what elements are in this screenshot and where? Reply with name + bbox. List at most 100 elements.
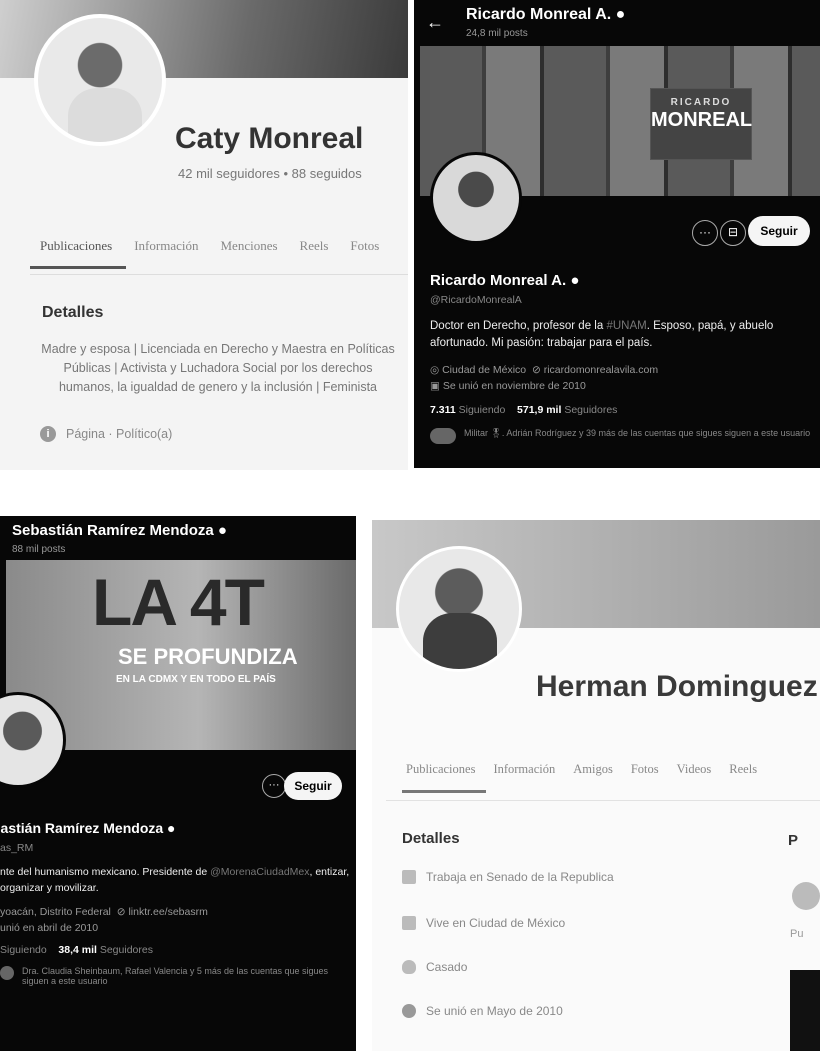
followed-by-text: Militar 🎖. Adrián Rodríguez y 39 más de … bbox=[464, 428, 811, 438]
herman-profile-panel: Herman Dominguez Publicaciones Informaci… bbox=[372, 520, 820, 1051]
website-link[interactable]: linktr.ee/sebasrm bbox=[128, 906, 207, 918]
more-options-icon[interactable]: ··· bbox=[692, 220, 718, 246]
details-heading: Detalles bbox=[402, 830, 460, 847]
header-name: Ricardo Monreal A. ● bbox=[466, 6, 626, 23]
joined-text: Se unió en Mayo de 2010 bbox=[426, 1004, 563, 1018]
tab-informacion[interactable]: Información bbox=[493, 762, 555, 777]
profile-tabs: Publicaciones Información Menciones Reel… bbox=[40, 238, 379, 254]
profile-name: bastián Ramírez Mendoza ● bbox=[0, 820, 176, 836]
profile-name: Ricardo Monreal A. ● bbox=[430, 272, 580, 289]
tab-fotos[interactable]: Fotos bbox=[631, 762, 659, 777]
back-arrow-icon[interactable]: ← bbox=[426, 12, 444, 33]
more-options-icon[interactable]: ··· bbox=[262, 774, 286, 798]
location-icon: ◎ bbox=[430, 364, 440, 376]
banner-subheadline: SE PROFUNDIZA bbox=[118, 644, 298, 669]
caty-profile-panel: Caty Monreal 42 mil seguidores • 88 segu… bbox=[0, 0, 408, 470]
tab-fotos[interactable]: Fotos bbox=[350, 238, 379, 254]
followed-by-text: Dra. Claudia Sheinbaum, Rafael Valencia … bbox=[22, 966, 329, 986]
header-posts-count: 88 mil posts bbox=[12, 544, 66, 555]
joined-date: Se unió en noviembre de 2010 bbox=[442, 380, 586, 392]
briefcase-icon bbox=[402, 870, 416, 884]
location-text: Ciudad de México bbox=[442, 364, 527, 376]
joined-date: unió en abril de 2010 bbox=[0, 922, 99, 934]
divider bbox=[386, 800, 820, 801]
active-tab-indicator bbox=[30, 266, 126, 269]
link-icon: ⊘ bbox=[531, 364, 541, 376]
work-row: Trabaja en Senado de la Republica bbox=[402, 870, 614, 884]
tab-publicaciones[interactable]: Publicaciones bbox=[406, 762, 475, 777]
followers-link[interactable]: 38,4 mil Seguidores bbox=[58, 944, 153, 956]
heart-icon bbox=[402, 960, 416, 974]
sebastian-profile-panel: Sebastián Ramírez Mendoza ● 88 mil posts… bbox=[0, 516, 356, 1051]
follow-button[interactable]: Seguir bbox=[284, 772, 342, 800]
banner-logo: RICARDO MONREAL bbox=[650, 88, 752, 160]
profile-meta: yoacán, Distrito Federal ⊘ linktr.ee/seb… bbox=[0, 904, 208, 936]
verified-icon: ● bbox=[167, 820, 176, 836]
calendar-icon: ▣ bbox=[430, 380, 440, 392]
location-text: yoacán, Distrito Federal bbox=[0, 906, 111, 918]
joined-row: Se unió en Mayo de 2010 bbox=[402, 1004, 563, 1018]
banner-logo-line2: MONREAL bbox=[651, 109, 753, 131]
active-tab-indicator bbox=[402, 790, 486, 793]
mutual-avatars bbox=[0, 966, 14, 980]
verified-icon: ● bbox=[217, 522, 227, 539]
tab-videos[interactable]: Videos bbox=[677, 762, 712, 777]
tab-amigos[interactable]: Amigos bbox=[573, 762, 613, 777]
home-icon bbox=[402, 916, 416, 930]
ricardo-profile-panel: ← Ricardo Monreal A. ● 24,8 mil posts RI… bbox=[414, 0, 820, 468]
followed-by-row[interactable]: Militar 🎖. Adrián Rodríguez y 39 más de … bbox=[430, 428, 814, 444]
website-link[interactable]: ricardomonrealavila.com bbox=[544, 364, 658, 376]
following-link[interactable]: Siguiendo bbox=[0, 944, 47, 956]
mention-link[interactable]: @MorenaCiudadMex bbox=[210, 866, 309, 878]
verified-icon: ● bbox=[615, 6, 626, 23]
follower-stats[interactable]: 42 mil seguidores • 88 seguidos bbox=[178, 166, 362, 181]
clock-icon bbox=[402, 1004, 416, 1018]
profile-handle: @RicardoMonrealA bbox=[430, 294, 522, 306]
header-posts-count: 24,8 mil posts bbox=[466, 28, 528, 39]
profile-name: Caty Monreal bbox=[175, 122, 364, 155]
side-thumbnail[interactable] bbox=[792, 882, 820, 910]
info-icon: i bbox=[40, 426, 56, 442]
profile-avatar[interactable] bbox=[34, 14, 166, 146]
lives-text: Vive en Ciudad de México bbox=[426, 916, 566, 930]
divider bbox=[30, 274, 408, 275]
verified-icon: ● bbox=[570, 272, 580, 289]
following-link[interactable]: 7.311 Siguiendo bbox=[430, 404, 505, 416]
page-category-row: i Página · Político(a) bbox=[40, 426, 172, 442]
tab-publicaciones[interactable]: Publicaciones bbox=[40, 238, 112, 254]
header-name: Sebastián Ramírez Mendoza ● bbox=[12, 522, 227, 539]
profile-avatar[interactable] bbox=[430, 152, 522, 244]
tab-reels[interactable]: Reels bbox=[300, 238, 329, 254]
banner-caption: EN LA CDMX Y EN TODO EL PAÍS bbox=[116, 674, 276, 685]
lives-row: Vive en Ciudad de México bbox=[402, 916, 565, 930]
banner-headline: LA 4T bbox=[92, 565, 265, 639]
page-category: Página · Político(a) bbox=[66, 427, 173, 441]
mutual-avatars bbox=[430, 428, 456, 444]
details-heading: Detalles bbox=[42, 304, 104, 321]
follow-counts: Siguiendo 38,4 mil Seguidores bbox=[0, 944, 153, 956]
side-text: Pu bbox=[790, 928, 804, 940]
followers-link[interactable]: 571,9 mil Seguidores bbox=[517, 404, 617, 416]
bio-text: Doctor en Derecho, profesor de la #UNAM.… bbox=[430, 320, 774, 349]
tab-menciones[interactable]: Menciones bbox=[220, 238, 277, 254]
bio-text: nte del humanismo mexicano. Presidente d… bbox=[0, 866, 350, 894]
followed-by-row[interactable]: Dra. Claudia Sheinbaum, Rafael Valencia … bbox=[0, 966, 350, 986]
status-text: Casado bbox=[426, 960, 468, 974]
profile-avatar[interactable] bbox=[396, 546, 522, 672]
status-row: Casado bbox=[402, 960, 467, 974]
follow-button[interactable]: Seguir bbox=[748, 216, 810, 246]
follow-counts: 7.311 Siguiendo 571,9 mil Seguidores bbox=[430, 404, 617, 416]
profile-name: Herman Dominguez bbox=[536, 670, 818, 703]
profile-meta: ◎ Ciudad de México ⊘ ricardomonrealavila… bbox=[430, 362, 658, 394]
bio-text: Madre y esposa | Licenciada en Derecho y… bbox=[41, 342, 395, 394]
profile-handle: as_RM bbox=[0, 842, 34, 854]
subscribe-icon[interactable]: ⊟ bbox=[720, 220, 746, 246]
tab-reels[interactable]: Reels bbox=[729, 762, 757, 777]
side-section-heading: P bbox=[788, 832, 799, 849]
tab-informacion[interactable]: Información bbox=[134, 238, 198, 254]
side-dark-block bbox=[790, 970, 820, 1051]
banner-logo-line1: RICARDO bbox=[670, 97, 732, 108]
link-icon: ⊘ bbox=[116, 906, 126, 918]
profile-tabs: Publicaciones Información Amigos Fotos V… bbox=[406, 762, 757, 777]
hashtag-link[interactable]: #UNAM bbox=[606, 320, 646, 332]
